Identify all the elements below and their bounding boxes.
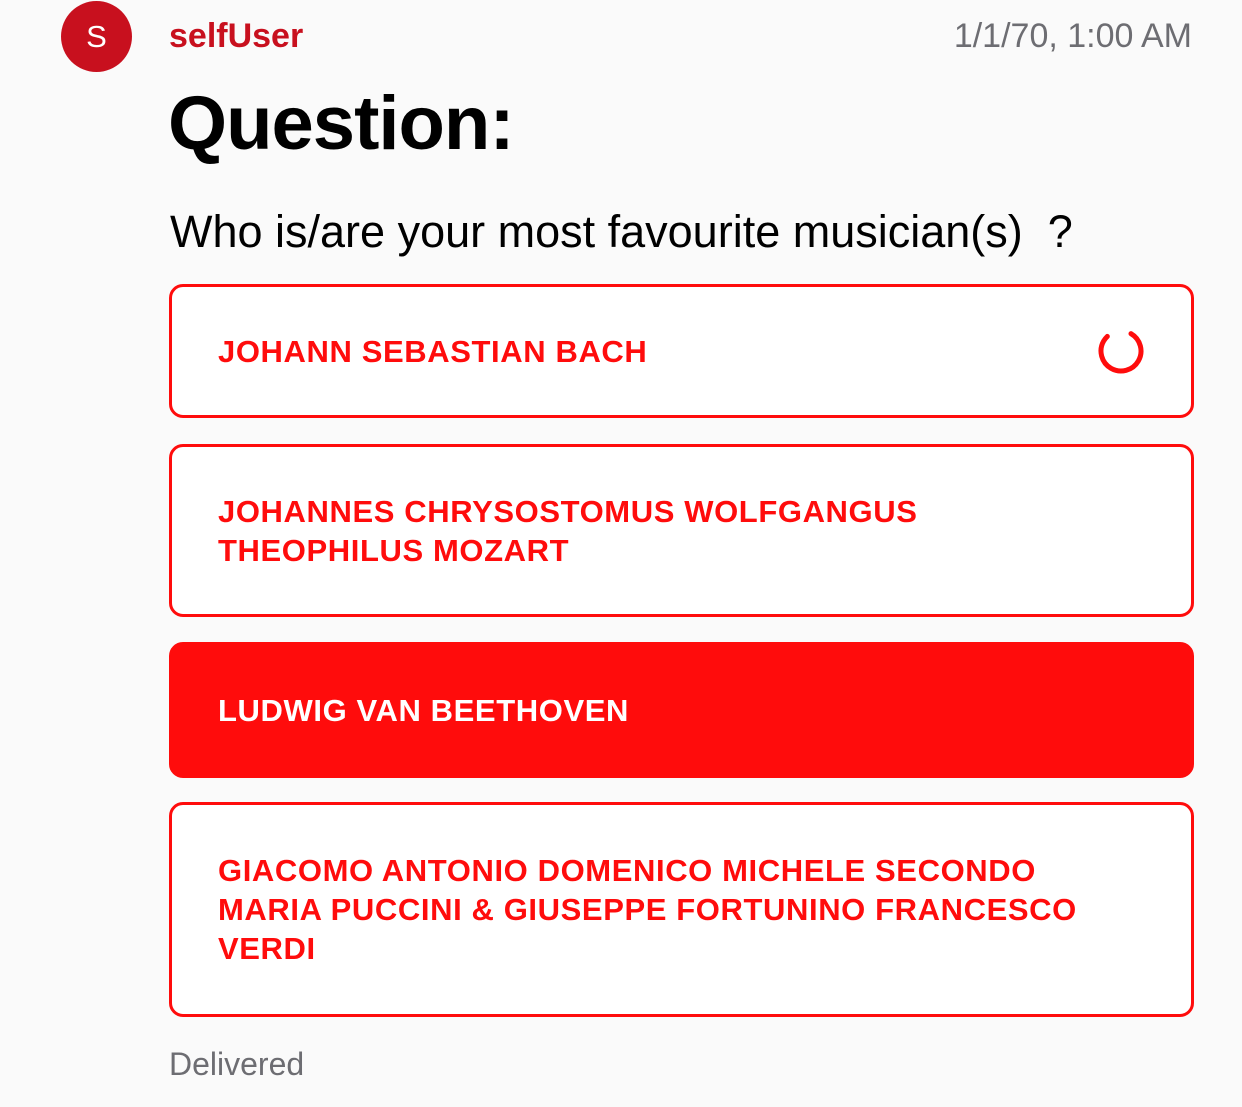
poll-heading: Question: <box>168 81 515 166</box>
poll-option-puccini-verdi[interactable]: GIACOMO ANTONIO DOMENICO MICHELE SECONDO… <box>169 802 1194 1017</box>
delivery-status: Delivered <box>169 1046 305 1082</box>
sender-name[interactable]: selfUser <box>169 15 303 57</box>
poll-message: S selfUser 1/1/70, 1:00 AM Question: Who… <box>0 0 1242 1107</box>
poll-option-label: LUDWIG VAN BEETHOVEN <box>218 692 629 728</box>
avatar[interactable]: S <box>61 1 132 72</box>
poll-option-mozart[interactable]: JOHANNES CHRYSOSTOMUS WOLFGANGUS THEOPHI… <box>169 444 1194 617</box>
poll-option-label: JOHANN SEBASTIAN BACH <box>218 333 648 369</box>
poll-option-bach[interactable]: JOHANN SEBASTIAN BACH <box>169 284 1194 418</box>
message-timestamp: 1/1/70, 1:00 AM <box>953 17 1192 55</box>
poll-question: Who is/are your most favourite musician(… <box>170 206 1073 257</box>
loading-spinner-icon <box>1098 328 1144 374</box>
poll-option-label: JOHANNES CHRYSOSTOMUS WOLFGANGUS THEOPHI… <box>218 493 918 568</box>
poll-option-beethoven[interactable]: LUDWIG VAN BEETHOVEN <box>169 642 1194 778</box>
poll-option-label: GIACOMO ANTONIO DOMENICO MICHELE SECONDO… <box>218 853 1077 966</box>
